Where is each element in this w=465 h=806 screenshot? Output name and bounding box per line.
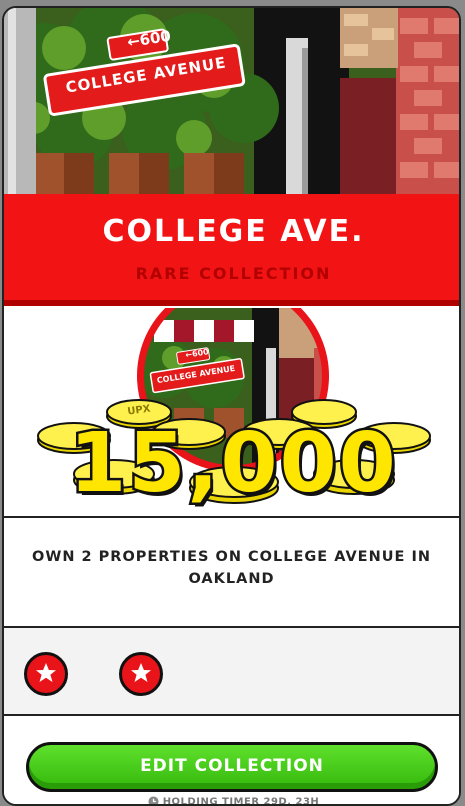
reward-amount: 15,000 [4,416,461,511]
property-slot-1[interactable] [24,652,68,696]
collection-properties [4,628,461,714]
collection-title-band: COLLEGE AVE. RARE COLLECTION [4,194,461,306]
collection-card: ←600 COLLEGE AVENUE COLLEGE AVE. RARE CO… [2,6,461,806]
edit-collection-button[interactable]: EDIT COLLECTION [26,742,438,792]
collection-rarity: RARE COLLECTION [4,264,461,283]
property-slot-2[interactable] [119,652,163,696]
holding-timer-label: HOLDING TIMER 29D, 23H [163,797,320,806]
star-icon [129,661,153,685]
holding-timer: HOLDING TIMER 29D, 23H [4,796,461,806]
divider [4,516,461,518]
collection-hero-image: ←600 COLLEGE AVENUE [4,8,461,198]
clock-icon [148,796,159,806]
star-icon [34,661,58,685]
collection-title: COLLEGE AVE. [4,214,461,249]
collection-actions: EDIT COLLECTION HOLDING TIMER 29D, 23H [4,716,461,806]
collection-requirement: OWN 2 PROPERTIES ON COLLEGE AVENUE IN OA… [24,546,439,590]
reward-section: ←600 COLLEGE AVENUE UPX 15,000 [4,308,461,518]
